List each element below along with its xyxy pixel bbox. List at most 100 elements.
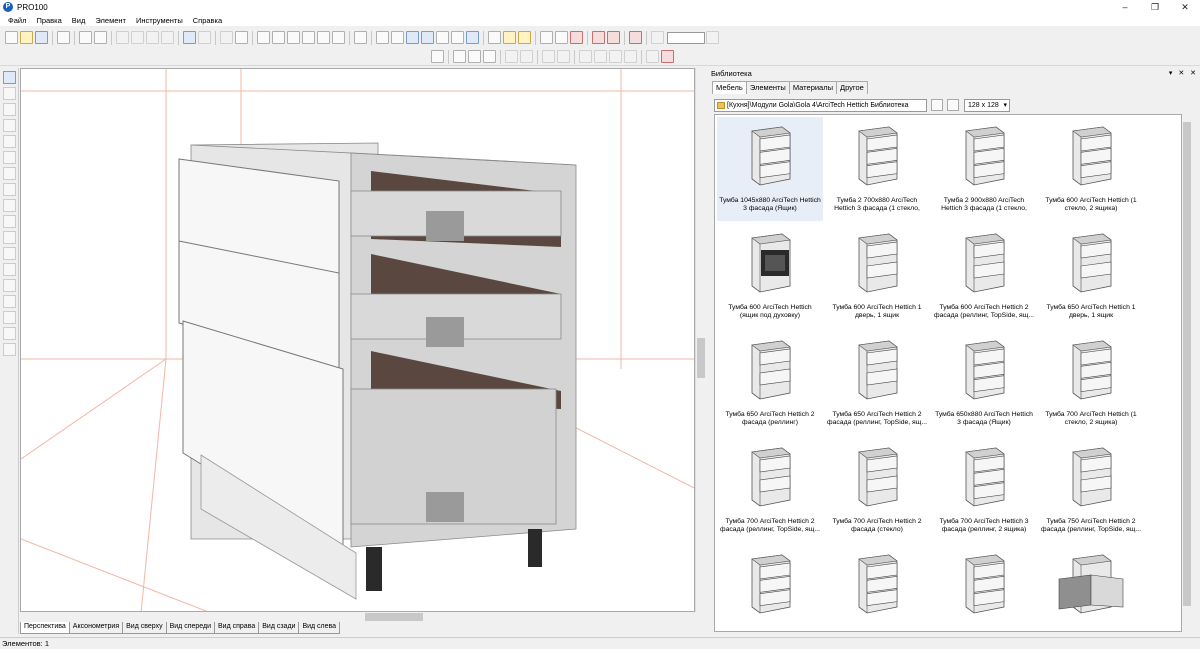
- align-top-icon[interactable]: [287, 31, 300, 44]
- library-item[interactable]: Тумба 650 ArciTech Hettich 2 фасада (рел…: [824, 331, 930, 435]
- tool-3-icon[interactable]: [3, 103, 16, 116]
- library-item[interactable]: Тумба 2 700x880 ArciTech Hettich 3 фасад…: [824, 117, 930, 221]
- tab-axonometry[interactable]: Аксонометрия: [68, 622, 124, 634]
- tool-18-icon[interactable]: [3, 343, 16, 356]
- thumbnail-size-select[interactable]: 128 x 128 ▾: [964, 98, 1010, 112]
- ungroup-icon[interactable]: [520, 50, 533, 63]
- scroll-thumb[interactable]: [697, 338, 705, 378]
- tab-elements[interactable]: Элементы: [745, 81, 790, 94]
- tool-14-icon[interactable]: [3, 279, 16, 292]
- tab-left-view[interactable]: Вид слева: [298, 622, 341, 634]
- library-item[interactable]: Тумба 700 ArciTech Hettich 3 фасада (рел…: [931, 438, 1037, 542]
- tool-12-icon[interactable]: [3, 247, 16, 260]
- snap-icon[interactable]: [607, 31, 620, 44]
- view-textured-icon[interactable]: [421, 31, 434, 44]
- properties-icon[interactable]: [220, 31, 233, 44]
- move-left-icon[interactable]: [542, 50, 555, 63]
- paste-icon[interactable]: [146, 31, 159, 44]
- library-scrollbar[interactable]: [1182, 114, 1192, 632]
- save-icon[interactable]: [35, 31, 48, 44]
- panel-controls[interactable]: ▾ ✕ ✕: [1169, 68, 1198, 79]
- library-item[interactable]: Тумба 600 ArciTech Hettich 2 фасада (рел…: [931, 224, 1037, 328]
- tool-10-icon[interactable]: [3, 215, 16, 228]
- align-bottom-icon[interactable]: [302, 31, 315, 44]
- menu-edit[interactable]: Правка: [31, 16, 66, 25]
- delete-icon[interactable]: [161, 31, 174, 44]
- library-item[interactable]: Тумба 2 900x880 ArciTech Hettich 3 фасад…: [931, 117, 1037, 221]
- move-right-icon[interactable]: [557, 50, 570, 63]
- new-file-icon[interactable]: [5, 31, 18, 44]
- tab-top-view[interactable]: Вид сверху: [122, 622, 167, 634]
- tab-materials[interactable]: Материалы: [788, 81, 837, 94]
- view-mode-icon[interactable]: [947, 99, 959, 111]
- print-preview-icon[interactable]: [94, 31, 107, 44]
- arrange-icon[interactable]: [609, 50, 622, 63]
- rotate-left-icon[interactable]: [579, 50, 592, 63]
- maximize-button[interactable]: ❐: [1140, 0, 1170, 14]
- grid-dots-icon[interactable]: [431, 50, 444, 63]
- tool-13-icon[interactable]: [3, 263, 16, 276]
- scroll-thumb[interactable]: [365, 613, 423, 621]
- tool-15-icon[interactable]: [3, 295, 16, 308]
- tool-17-icon[interactable]: [3, 327, 16, 340]
- rotate-icon[interactable]: [468, 50, 481, 63]
- viewport-horizontal-scrollbar[interactable]: [20, 612, 695, 622]
- target-icon[interactable]: [629, 31, 642, 44]
- menu-file[interactable]: Файл: [3, 16, 31, 25]
- tab-back-view[interactable]: Вид сзади: [258, 622, 300, 634]
- align-back-icon[interactable]: [332, 31, 345, 44]
- library-item[interactable]: Тумба 600 ArciTech Hettich (ящик под дух…: [717, 224, 823, 328]
- tab-perspective[interactable]: Перспектива: [20, 622, 70, 634]
- undo-icon[interactable]: [183, 31, 196, 44]
- align-front-icon[interactable]: [317, 31, 330, 44]
- export-icon[interactable]: [57, 31, 70, 44]
- center-icon[interactable]: [594, 50, 607, 63]
- view-solid-icon[interactable]: [466, 31, 479, 44]
- light-bulb-icon[interactable]: [518, 31, 531, 44]
- move-up-icon[interactable]: [453, 50, 466, 63]
- library-item[interactable]: Тумба 700 ArciTech Hettich (1 стекло, 2 …: [1038, 331, 1144, 435]
- magnet-icon[interactable]: [592, 31, 605, 44]
- link-icon[interactable]: [540, 31, 553, 44]
- open-folder-icon[interactable]: [20, 31, 33, 44]
- library-item[interactable]: [931, 545, 1037, 631]
- copy-icon[interactable]: [131, 31, 144, 44]
- library-item[interactable]: Тумба 1045x880 ArciTech Hettich 3 фасада…: [717, 117, 823, 221]
- view-outline-icon[interactable]: [451, 31, 464, 44]
- layers-icon[interactable]: [3, 87, 16, 100]
- view-front-icon[interactable]: [391, 31, 404, 44]
- redo-icon[interactable]: [198, 31, 211, 44]
- tool-8-icon[interactable]: [3, 183, 16, 196]
- library-path-field[interactable]: [Кухня]\Модули Gola\Gola 4\ArciTech Hett…: [714, 98, 927, 112]
- sum-icon[interactable]: [354, 31, 367, 44]
- tool-9-icon[interactable]: [3, 199, 16, 212]
- folder-up-icon[interactable]: [931, 99, 943, 111]
- menu-tools[interactable]: Инструменты: [131, 16, 188, 25]
- measure-icon[interactable]: [555, 31, 568, 44]
- zoom-in-icon[interactable]: [706, 31, 719, 44]
- mirror-icon[interactable]: [646, 50, 659, 63]
- tab-right-view[interactable]: Вид справа: [214, 622, 260, 634]
- tool-4-icon[interactable]: [3, 119, 16, 132]
- dimension-icon[interactable]: [488, 31, 501, 44]
- library-item[interactable]: [824, 545, 930, 631]
- cut-icon[interactable]: [116, 31, 129, 44]
- align-right-icon[interactable]: [272, 31, 285, 44]
- library-item[interactable]: Тумба 700 ArciTech Hettich 2 фасада (рел…: [717, 438, 823, 542]
- flip-icon[interactable]: [483, 50, 496, 63]
- print-icon[interactable]: [79, 31, 92, 44]
- tool-5-icon[interactable]: [3, 135, 16, 148]
- project-info-icon[interactable]: [235, 31, 248, 44]
- tab-other[interactable]: Другое: [836, 81, 868, 94]
- library-item[interactable]: Тумба 750 ArciTech Hettich 2 фасада (рел…: [1038, 438, 1144, 542]
- close-button[interactable]: ✕: [1170, 0, 1200, 14]
- menu-help[interactable]: Справка: [188, 16, 227, 25]
- view-cube-icon[interactable]: [376, 31, 389, 44]
- viewport-3d[interactable]: [20, 68, 695, 612]
- minimize-button[interactable]: –: [1110, 0, 1140, 14]
- menu-view[interactable]: Вид: [67, 16, 91, 25]
- tool-7-icon[interactable]: [3, 167, 16, 180]
- zoom-input[interactable]: [667, 31, 705, 44]
- scroll-thumb[interactable]: [1183, 122, 1191, 606]
- stack-icon[interactable]: [624, 50, 637, 63]
